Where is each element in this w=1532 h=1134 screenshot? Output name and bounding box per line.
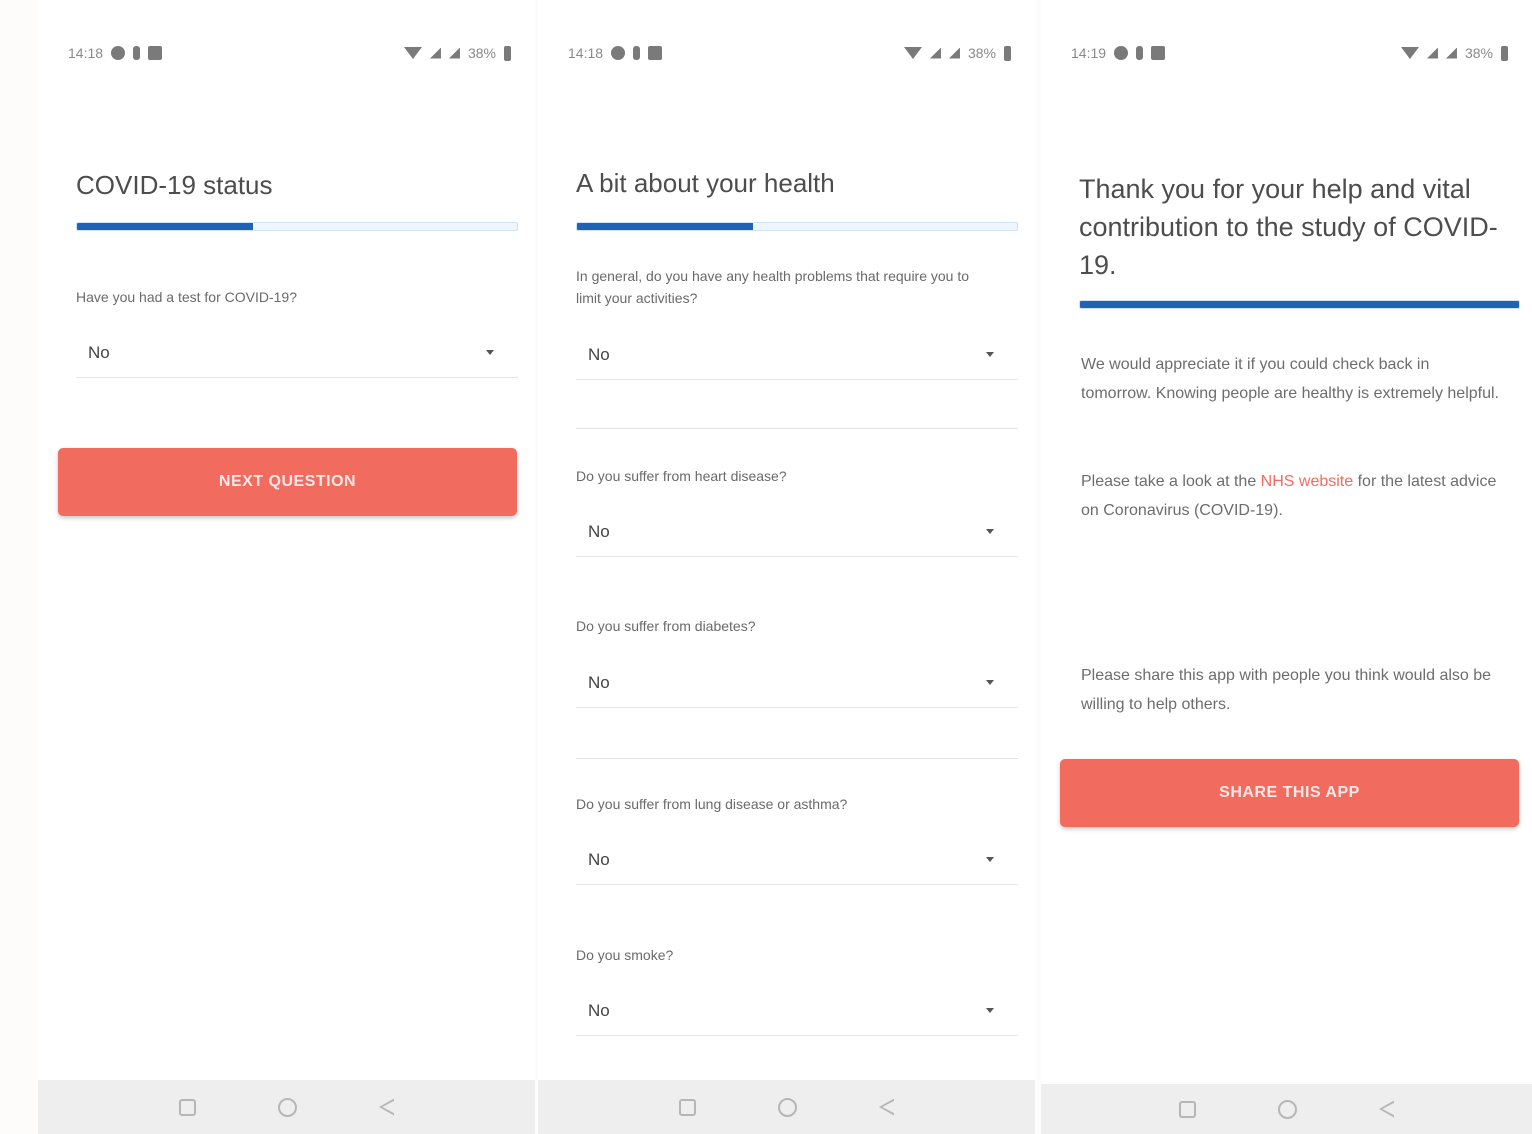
battery-icon: [1501, 45, 1508, 61]
wifi-icon: [1400, 47, 1419, 59]
back-icon[interactable]: [879, 1099, 894, 1116]
check-back-text: We would appreciate it if you could chec…: [1081, 356, 1499, 402]
heart-disease-select[interactable]: No: [576, 507, 1018, 557]
signal-icon: [1445, 47, 1457, 59]
navigation-bar: [38, 1080, 535, 1134]
diabetes-select[interactable]: No: [576, 658, 1018, 708]
chevron-down-icon: [486, 350, 494, 355]
status-time: 14:18: [68, 45, 104, 61]
battery-percent: 38%: [467, 45, 496, 61]
battery-icon: [504, 45, 511, 61]
share-app-button[interactable]: SHARE THIS APP: [1060, 759, 1519, 827]
share-prompt-text: Please share this app with people you th…: [1081, 667, 1492, 713]
notification-icon: [133, 46, 141, 60]
progress-fill: [577, 223, 753, 230]
select-value: No: [588, 849, 610, 869]
sync-icon: [1114, 46, 1129, 60]
status-time: 14:19: [1071, 45, 1107, 61]
chevron-down-icon: [986, 857, 994, 862]
sync-icon: [111, 46, 126, 60]
select-value: No: [588, 1000, 610, 1020]
question-label: Do you suffer from heart disease?: [576, 468, 787, 484]
status-time: 14:18: [568, 45, 604, 61]
divider: [576, 758, 1018, 759]
question-label: Do you suffer from diabetes?: [576, 618, 756, 634]
battery-percent: 38%: [967, 45, 996, 61]
recent-apps-icon[interactable]: [1179, 1100, 1196, 1118]
phone-screen-health: 14:18 38% A bit about your health In gen…: [538, 0, 1035, 1134]
sync-icon: [611, 46, 626, 60]
signal-icon: [429, 47, 441, 59]
covid-test-select[interactable]: No: [76, 328, 518, 378]
page-title: A bit about your health: [576, 168, 835, 198]
question-label: Do you suffer from lung disease or asthm…: [576, 796, 848, 812]
signal-icon: [448, 47, 460, 59]
nhs-advice-text: Please take a look at the NHS website fo…: [1081, 467, 1502, 525]
chevron-down-icon: [986, 1008, 994, 1013]
gallery-icon: [148, 46, 163, 60]
next-question-button[interactable]: NEXT QUESTION: [58, 448, 517, 516]
progress-fill: [77, 223, 253, 230]
wifi-icon: [903, 47, 922, 59]
recent-apps-icon[interactable]: [679, 1098, 696, 1116]
question-label: Have you had a test for COVID-19?: [76, 289, 297, 305]
nhs-advice-text-start: Please take a look at the: [1081, 473, 1261, 490]
health-problems-select[interactable]: No: [576, 330, 1018, 380]
gallery-icon: [648, 46, 663, 60]
wifi-icon: [403, 47, 422, 59]
chevron-down-icon: [986, 529, 994, 534]
recent-apps-icon[interactable]: [179, 1098, 196, 1116]
select-value: No: [88, 342, 110, 362]
smoke-select[interactable]: No: [576, 986, 1018, 1036]
signal-icon: [929, 47, 941, 59]
lung-disease-select[interactable]: No: [576, 835, 1018, 885]
question-label: Do you smoke?: [576, 947, 674, 963]
question-label: In general, do you have any health probl…: [576, 268, 970, 306]
progress-bar: [576, 222, 1018, 231]
select-value: No: [588, 521, 610, 541]
notification-icon: [633, 46, 641, 60]
signal-icon: [1426, 47, 1438, 59]
signal-icon: [948, 47, 960, 59]
home-icon[interactable]: [278, 1097, 297, 1117]
back-icon[interactable]: [1379, 1101, 1394, 1118]
phone-screen-covid-status: 14:18 38% COVID-19 status Have you had a…: [38, 0, 535, 1134]
gallery-icon: [1151, 46, 1166, 60]
home-icon[interactable]: [778, 1097, 797, 1117]
divider: [576, 428, 1018, 429]
nhs-website-link[interactable]: NHS website: [1261, 473, 1353, 490]
chevron-down-icon: [986, 352, 994, 357]
battery-icon: [1004, 45, 1011, 61]
page-title: COVID-19 status: [76, 170, 273, 200]
select-value: No: [588, 672, 610, 692]
battery-percent: 38%: [1464, 45, 1493, 61]
progress-bar: [1079, 300, 1520, 309]
status-bar: 14:18 38%: [68, 40, 511, 66]
navigation-bar: [1041, 1084, 1532, 1134]
progress-bar: [76, 222, 518, 231]
home-icon[interactable]: [1278, 1099, 1297, 1119]
notification-icon: [1136, 46, 1144, 60]
back-icon[interactable]: [379, 1099, 394, 1116]
select-value: No: [588, 344, 610, 364]
chevron-down-icon: [986, 680, 994, 685]
status-bar: 14:19 38%: [1071, 40, 1508, 66]
navigation-bar: [538, 1080, 1035, 1134]
phone-screen-thank-you: 14:19 38% Thank you for your help and vi…: [1041, 0, 1532, 1134]
status-bar: 14:18 38%: [568, 40, 1011, 66]
progress-fill: [1080, 301, 1519, 308]
page-title: Thank you for your help and vital contri…: [1079, 174, 1498, 280]
